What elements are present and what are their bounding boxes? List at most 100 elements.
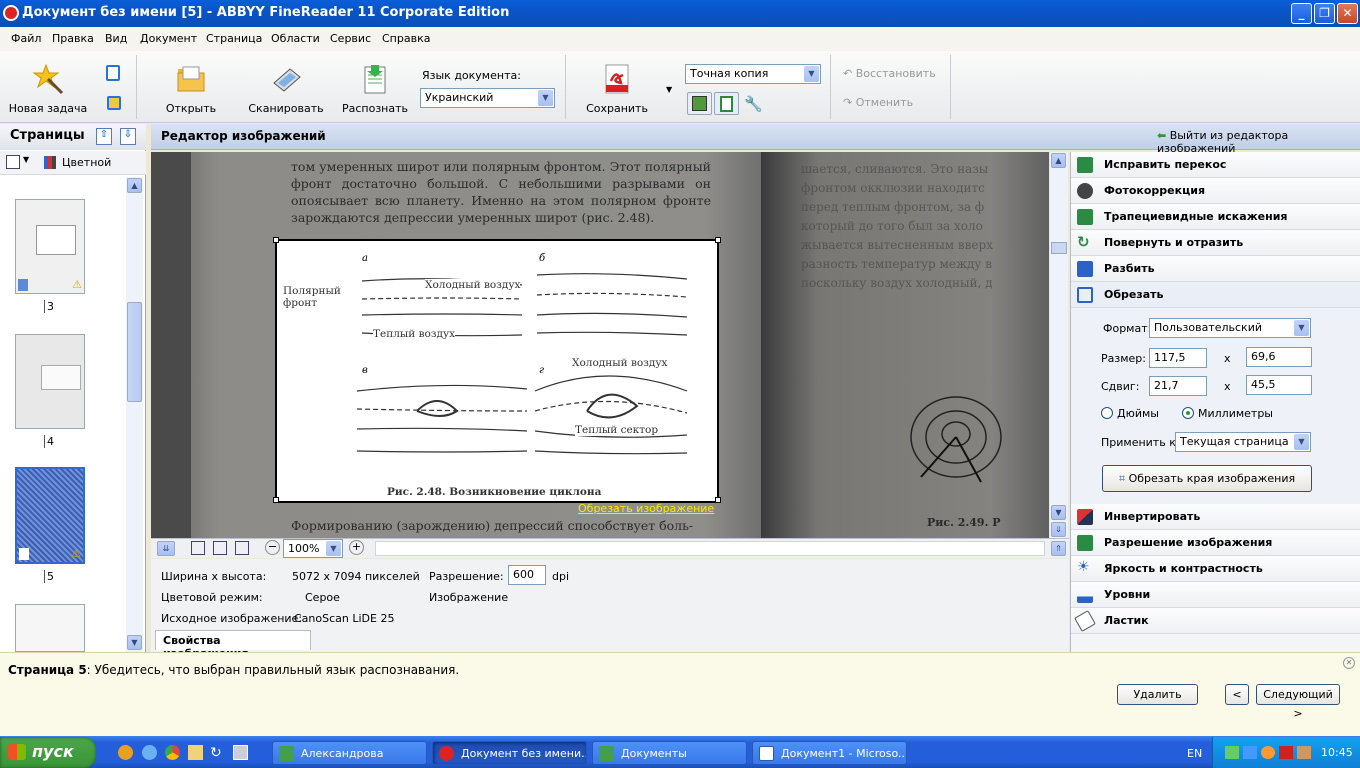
zoom-out-icon[interactable]: −: [265, 540, 280, 555]
quicklaunch-icon-1[interactable]: [118, 745, 133, 760]
apply-to-select[interactable]: Текущая страница ▼: [1175, 432, 1311, 452]
menu-help[interactable]: Справка: [382, 32, 430, 45]
size-height-input[interactable]: 69,6: [1246, 347, 1312, 367]
inches-label[interactable]: Дюймы: [1117, 407, 1159, 420]
chrome-icon[interactable]: [165, 745, 180, 760]
pages-scrollbar[interactable]: ▲ ▼: [126, 177, 143, 652]
menu-file[interactable]: Файл: [11, 32, 41, 45]
page-thumbnail-3[interactable]: ⚠: [15, 199, 85, 294]
taskbar-item-4[interactable]: Документ1 - Microso...: [752, 741, 907, 765]
collapse-icon[interactable]: ⇊: [157, 541, 175, 556]
offset-x-input[interactable]: 21,7: [1149, 376, 1207, 396]
tool-rotate-flip[interactable]: ↻ Повернуть и отразить: [1071, 230, 1360, 256]
tool-crop[interactable]: Обрезать: [1071, 282, 1360, 308]
fit-width-icon[interactable]: [213, 541, 227, 555]
menu-edit[interactable]: Правка: [52, 32, 94, 45]
page-up-button[interactable]: ⇧: [96, 128, 112, 145]
tool-resolution[interactable]: Разрешение изображения: [1071, 530, 1360, 556]
color-mode-label[interactable]: Цветной: [62, 156, 111, 169]
radio-mm[interactable]: [1182, 407, 1194, 419]
tool-fix-skew[interactable]: Исправить перекос: [1071, 152, 1360, 178]
close-button[interactable]: ✕: [1337, 3, 1358, 24]
tray-icon-5[interactable]: [1297, 746, 1311, 759]
scroll-down-icon[interactable]: ▼: [1051, 505, 1066, 520]
wrench-icon[interactable]: 🔧: [744, 95, 763, 113]
taskbar-item-3[interactable]: Документы: [592, 741, 747, 765]
open-button[interactable]: Открыть: [160, 63, 222, 115]
menu-service[interactable]: Сервис: [330, 32, 371, 45]
menu-document[interactable]: Документ: [140, 32, 197, 45]
crop-handle-tr[interactable]: [715, 237, 721, 243]
taskbar-item-2[interactable]: Документ без имени...: [432, 741, 587, 765]
taskbar-item-1[interactable]: Александрова: [272, 741, 427, 765]
close-icon[interactable]: ✕: [1343, 657, 1355, 669]
tray-icon-4[interactable]: [1279, 746, 1293, 759]
page-thumbnail-6[interactable]: [15, 604, 85, 652]
image-vscrollbar[interactable]: ▲ ▼ ⇓: [1050, 152, 1068, 538]
zoom-in-icon[interactable]: +: [349, 540, 364, 555]
crop-edges-button[interactable]: ⌗ Обрезать края изображения: [1102, 465, 1312, 492]
tool-invert[interactable]: Инвертировать: [1071, 504, 1360, 530]
tool-split[interactable]: Разбить: [1071, 256, 1360, 282]
tray-icon-3[interactable]: [1261, 746, 1275, 759]
new-task-button[interactable]: Новая задача: [8, 63, 88, 115]
tool-brightness[interactable]: ☀ Яркость и контрастность: [1071, 556, 1360, 582]
open-folder-small-icon[interactable]: [107, 96, 121, 110]
fit-height-icon[interactable]: [235, 541, 249, 555]
scroll-thumb[interactable]: [127, 302, 142, 402]
page-down-button[interactable]: ⇩: [120, 128, 136, 145]
crop-image-link[interactable]: Обрезать изображение: [578, 502, 714, 515]
tab-image-properties[interactable]: Свойства изображения: [155, 630, 311, 660]
offset-y-input[interactable]: 45,5: [1246, 375, 1312, 395]
scroll-up-icon[interactable]: ▲: [127, 178, 142, 193]
delete-button[interactable]: Удалить: [1117, 684, 1198, 705]
scan-button[interactable]: Сканировать: [246, 63, 326, 115]
zoom-select[interactable]: 100% ▼: [283, 539, 343, 558]
restore-button[interactable]: ↶ Восстановить: [843, 67, 936, 80]
image-canvas[interactable]: том умеренных широт или полярным фронтом…: [151, 152, 1049, 538]
view-mode-icon[interactable]: [6, 155, 20, 169]
scroll-down-icon[interactable]: ▼: [127, 635, 142, 650]
start-button[interactable]: пуск: [0, 737, 96, 768]
menu-view[interactable]: Вид: [105, 32, 127, 45]
text-mode-button[interactable]: [714, 92, 739, 115]
format-select[interactable]: Пользовательский ▼: [1149, 318, 1311, 338]
prev-button[interactable]: <: [1225, 684, 1249, 705]
tool-eraser[interactable]: Ластик: [1071, 608, 1360, 634]
scroll-up-icon[interactable]: ▲: [1051, 153, 1066, 168]
size-width-input[interactable]: 117,5: [1149, 348, 1207, 368]
recognize-button[interactable]: Распознать: [340, 63, 410, 115]
view-dropdown-icon[interactable]: ▼: [23, 155, 29, 164]
page-thumbnail-5[interactable]: ⚠: [15, 467, 85, 564]
menu-areas[interactable]: Области: [271, 32, 320, 45]
language-indicator[interactable]: EN: [1187, 747, 1202, 760]
page-down-icon[interactable]: ⇓: [1051, 522, 1066, 537]
tray-icon-1[interactable]: [1225, 746, 1239, 759]
mm-label[interactable]: Миллиметры: [1198, 407, 1273, 420]
resolution-input[interactable]: 600: [508, 565, 546, 585]
new-document-icon[interactable]: [106, 65, 120, 81]
scroll-thumb[interactable]: [1051, 242, 1067, 254]
quicklaunch-icon-2[interactable]: [142, 745, 157, 760]
page-thumbnail-4[interactable]: [15, 334, 85, 429]
refresh-icon[interactable]: ↻: [210, 745, 225, 761]
crop-handle-bl[interactable]: [273, 497, 279, 503]
maximize-button[interactable]: ❐: [1314, 3, 1335, 24]
crop-handle-tl[interactable]: [273, 237, 279, 243]
tray-icon-2[interactable]: [1243, 746, 1257, 759]
menu-page[interactable]: Страница: [206, 32, 262, 45]
tool-photo-correction[interactable]: Фотокоррекция: [1071, 178, 1360, 204]
fit-page-icon[interactable]: [191, 541, 205, 555]
save-dropdown-arrow-icon[interactable]: ▼: [666, 85, 672, 94]
quicklaunch-icon-4[interactable]: [188, 745, 203, 760]
page-up-icon[interactable]: ⇑: [1051, 541, 1066, 556]
radio-inches[interactable]: [1101, 407, 1113, 419]
image-hscrollbar[interactable]: [375, 541, 1045, 556]
tool-trapezoid[interactable]: Трапециевидные искажения: [1071, 204, 1360, 230]
crop-frame[interactable]: а б в г Полярный фронт Холодный воздух Т…: [273, 237, 721, 503]
save-mode-select[interactable]: Точная копия ▼: [685, 64, 821, 84]
picture-mode-button[interactable]: [687, 92, 712, 115]
doc-language-select[interactable]: Украинский ▼: [420, 88, 555, 108]
save-button[interactable]: Сохранить: [582, 63, 652, 115]
tool-levels[interactable]: Уровни: [1071, 582, 1360, 608]
